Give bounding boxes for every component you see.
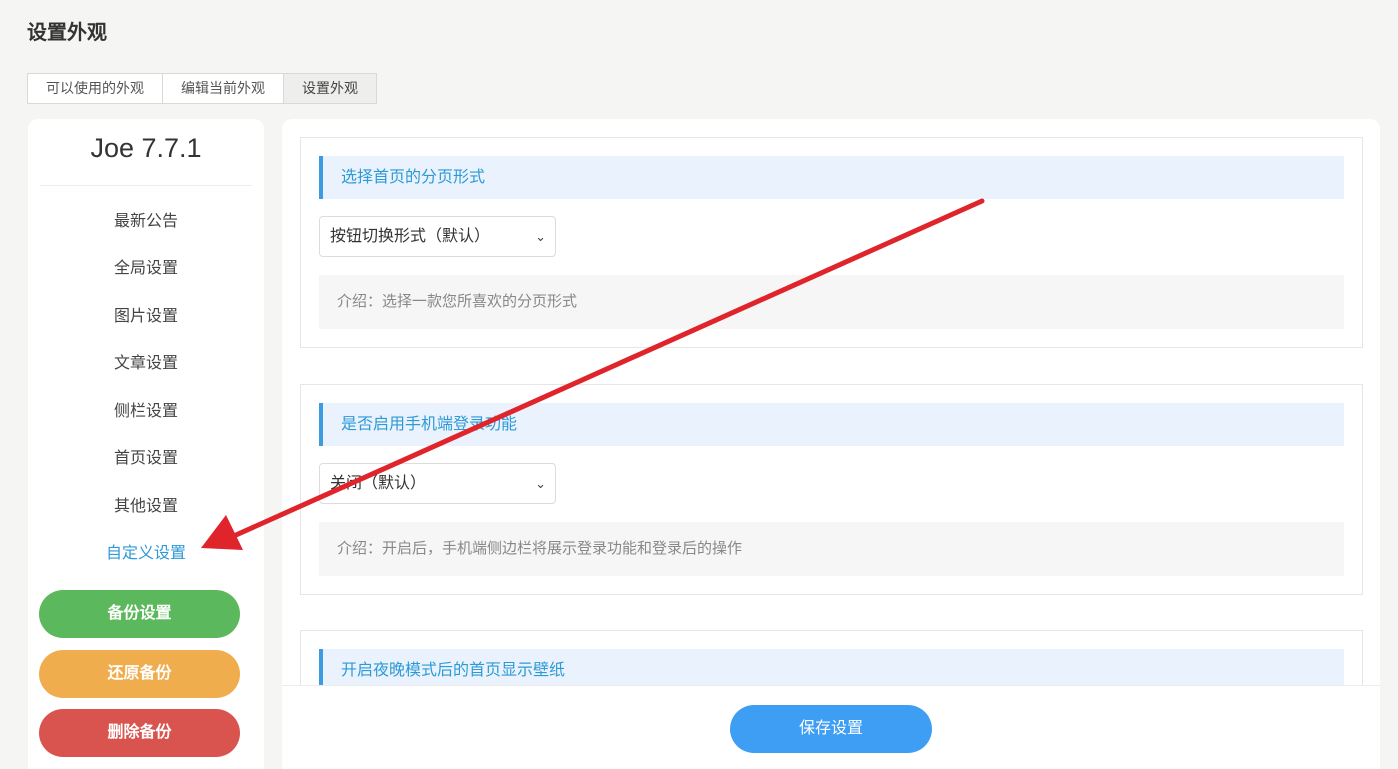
tab-theme-settings[interactable]: 设置外观 bbox=[284, 74, 376, 103]
tab-bar: 可以使用的外观 编辑当前外观 设置外观 bbox=[27, 73, 377, 104]
sidebar-item-homepage[interactable]: 首页设置 bbox=[28, 447, 264, 471]
theme-version: Joe 7.7.1 bbox=[40, 133, 252, 186]
select-value: 按钮切换形式（默认） bbox=[330, 228, 491, 245]
settings-panel: 选择首页的分页形式 按钮切换形式（默认） ⌄ 介绍：选择一款您所喜欢的分页形式 … bbox=[282, 119, 1380, 769]
sidebar-item-article[interactable]: 文章设置 bbox=[28, 352, 264, 376]
setting-card-pagination: 选择首页的分页形式 按钮切换形式（默认） ⌄ 介绍：选择一款您所喜欢的分页形式 bbox=[300, 137, 1363, 348]
sidebar-item-other[interactable]: 其他设置 bbox=[28, 495, 264, 519]
setting-title: 是否启用手机端登录功能 bbox=[319, 403, 1344, 446]
setting-card-mobile-login: 是否启用手机端登录功能 关闭（默认） ⌄ 介绍：开启后，手机端侧边栏将展示登录功… bbox=[300, 384, 1363, 595]
sidebar-item-global[interactable]: 全局设置 bbox=[28, 257, 264, 281]
sidebar-item-custom[interactable]: 自定义设置 bbox=[28, 542, 264, 566]
select-value: 关闭（默认） bbox=[330, 475, 427, 492]
setting-title: 选择首页的分页形式 bbox=[319, 156, 1344, 199]
chevron-down-icon: ⌄ bbox=[535, 229, 546, 244]
save-settings-button[interactable]: 保存设置 bbox=[730, 705, 932, 753]
page-title: 设置外观 bbox=[27, 22, 107, 44]
setting-description: 介绍：开启后，手机端侧边栏将展示登录功能和登录后的操作 bbox=[319, 522, 1344, 576]
sidebar-item-announcement[interactable]: 最新公告 bbox=[28, 210, 264, 234]
tab-edit-current-theme[interactable]: 编辑当前外观 bbox=[163, 74, 284, 103]
delete-backup-button[interactable]: 删除备份 bbox=[39, 709, 240, 757]
sidebar-item-image[interactable]: 图片设置 bbox=[28, 305, 264, 329]
setting-description: 介绍：选择一款您所喜欢的分页形式 bbox=[319, 275, 1344, 329]
pagination-select[interactable]: 按钮切换形式（默认） ⌄ bbox=[319, 216, 556, 257]
chevron-down-icon: ⌄ bbox=[535, 476, 546, 491]
mobile-login-select[interactable]: 关闭（默认） ⌄ bbox=[319, 463, 556, 504]
settings-sidebar: Joe 7.7.1 最新公告 全局设置 图片设置 文章设置 侧栏设置 首页设置 … bbox=[28, 119, 264, 769]
restore-backup-button[interactable]: 还原备份 bbox=[39, 650, 240, 698]
settings-footer: 保存设置 bbox=[282, 685, 1380, 769]
backup-settings-button[interactable]: 备份设置 bbox=[39, 590, 240, 638]
sidebar-item-sidebar[interactable]: 侧栏设置 bbox=[28, 400, 264, 424]
tab-available-themes[interactable]: 可以使用的外观 bbox=[28, 74, 163, 103]
